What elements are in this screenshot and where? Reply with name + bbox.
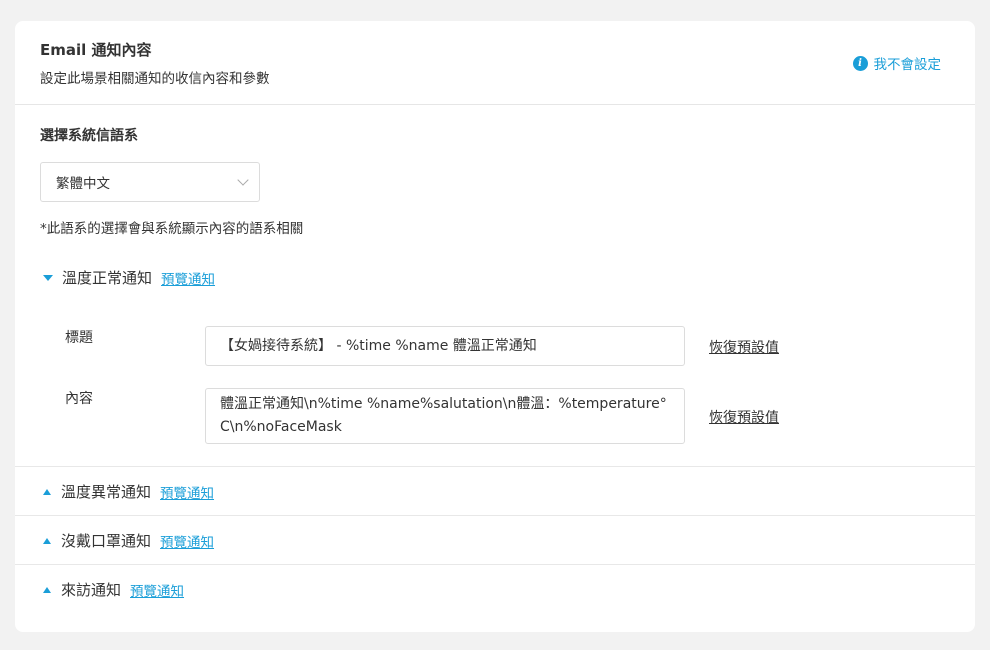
- language-selected-value: 繁體中文: [56, 176, 110, 192]
- subject-label: 標題: [65, 330, 93, 346]
- caret-up-icon: [43, 586, 51, 593]
- preview-link[interactable]: 預覽通知: [161, 268, 215, 288]
- divider: [15, 564, 975, 565]
- preview-link[interactable]: 預覽通知: [160, 531, 214, 551]
- preview-link[interactable]: 預覽通知: [130, 580, 184, 600]
- caret-up-icon: [43, 537, 51, 544]
- accordion-title: 沒戴口罩通知: [61, 532, 152, 550]
- language-note: *此語系的選擇會與系統顯示內容的語系相關: [40, 221, 304, 237]
- help-link-label: 我不會設定: [873, 57, 942, 73]
- divider: [15, 515, 975, 516]
- preview-link[interactable]: 預覽通知: [160, 482, 214, 502]
- card-header: Email 通知內容 設定此場景相關通知的收信內容和參數 i 我不會設定: [15, 21, 975, 105]
- language-select[interactable]: 繁體中文: [40, 162, 260, 202]
- caret-up-icon: [43, 488, 51, 495]
- help-link[interactable]: i 我不會設定: [852, 53, 942, 73]
- subject-reset-link[interactable]: 恢復預設值: [709, 337, 779, 357]
- chevron-down-icon: [237, 173, 249, 186]
- subject-input[interactable]: 【女媧接待系統】 - %time %name 體溫正常通知: [205, 326, 685, 366]
- body-reset-link[interactable]: 恢復預設值: [709, 407, 779, 427]
- divider: [15, 466, 975, 467]
- body-textarea[interactable]: 體溫正常通知\n%time %name%salutation\n體溫：%temp…: [205, 388, 685, 444]
- email-notification-card: Email 通知內容 設定此場景相關通知的收信內容和參數 i 我不會設定 選擇系…: [15, 21, 975, 632]
- language-label: 選擇系統信語系: [40, 128, 138, 144]
- accordion-header-abnormal-temp[interactable]: 溫度異常通知 預覽通知: [43, 481, 214, 502]
- accordion-header-no-mask[interactable]: 沒戴口罩通知 預覽通知: [43, 530, 214, 551]
- page-subtitle: 設定此場景相關通知的收信內容和參數: [40, 71, 270, 87]
- accordion-title: 來訪通知: [61, 581, 122, 599]
- caret-down-icon: [43, 274, 53, 281]
- page-title: Email 通知內容: [40, 41, 152, 59]
- accordion-title: 溫度異常通知: [61, 483, 152, 501]
- accordion-title: 溫度正常通知: [62, 269, 153, 287]
- accordion-header-visit[interactable]: 來訪通知 預覽通知: [43, 579, 184, 600]
- info-icon: i: [852, 55, 868, 71]
- accordion-header-normal-temp[interactable]: 溫度正常通知 預覽通知: [43, 267, 215, 288]
- body-label: 內容: [65, 391, 93, 407]
